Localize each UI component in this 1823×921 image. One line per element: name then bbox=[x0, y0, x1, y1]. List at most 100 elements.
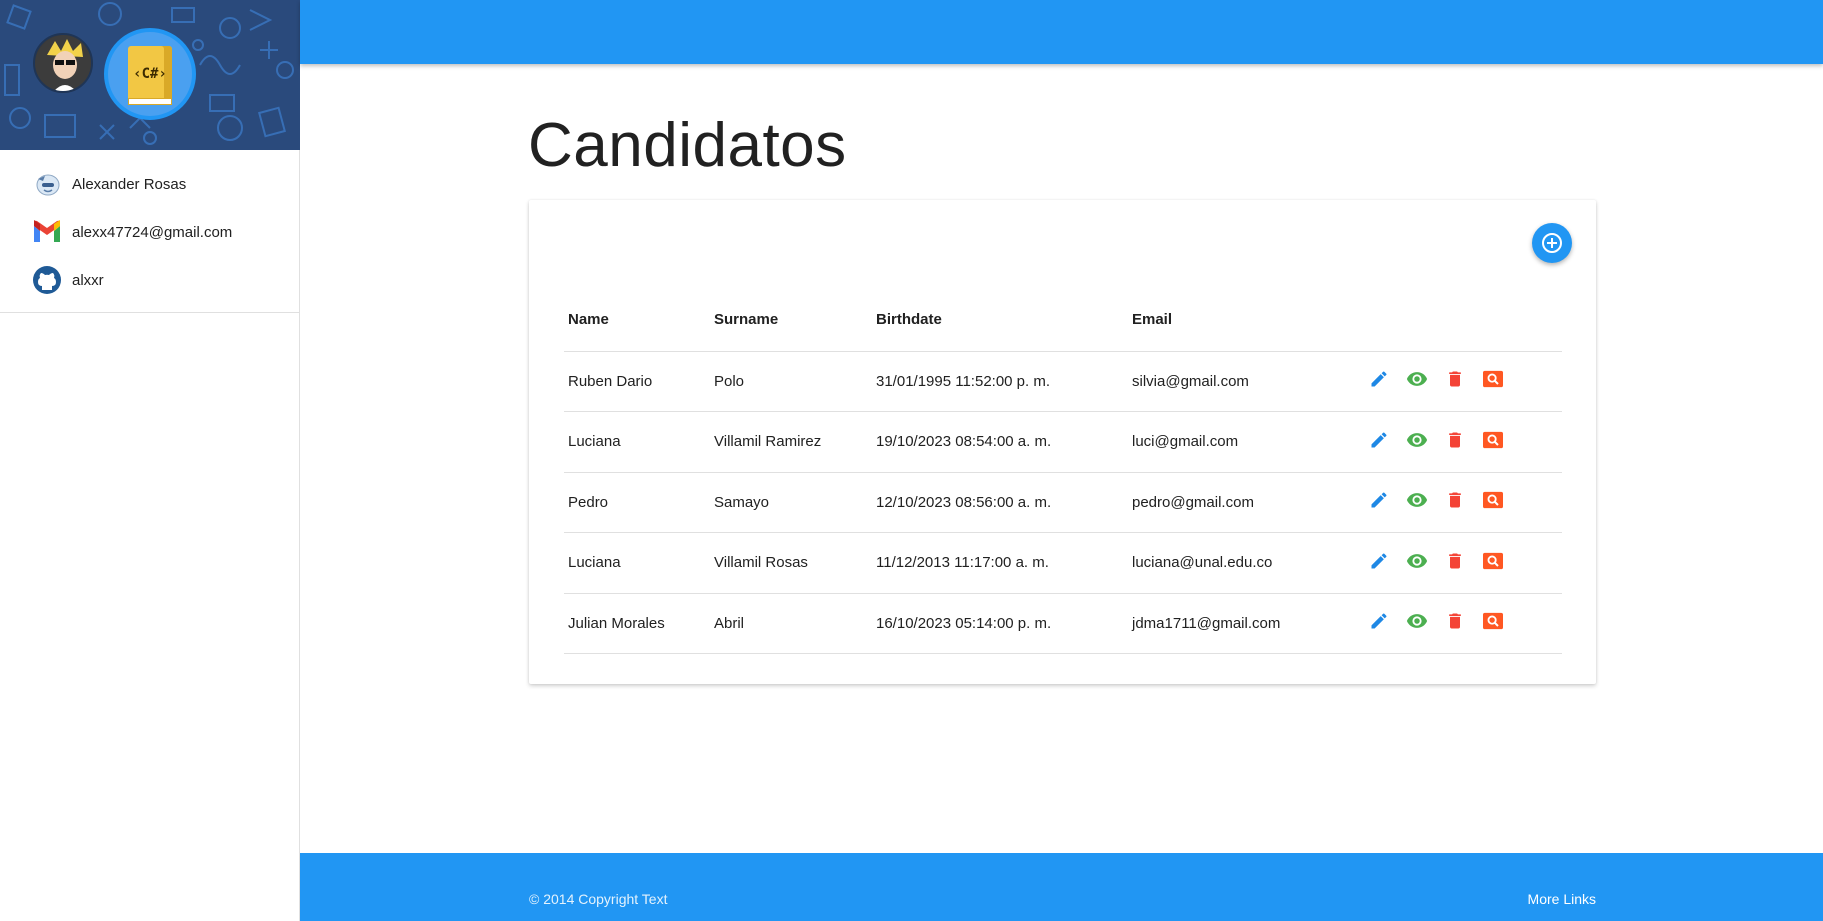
csharp-logo: ‹C#› bbox=[104, 28, 196, 120]
cell-name: Luciana bbox=[564, 411, 710, 473]
cell-email: luci@gmail.com bbox=[1128, 411, 1352, 473]
search-icon bbox=[1482, 430, 1504, 454]
sidebar-header: ‹C#› bbox=[0, 0, 300, 150]
table-row: Luciana Villamil Ramirez 19/10/2023 08:54:… bbox=[564, 411, 1562, 473]
sidebar-item-label: Alexander Rosas bbox=[72, 175, 187, 193]
details-button[interactable] bbox=[1482, 491, 1504, 513]
cell-actions bbox=[1352, 351, 1562, 412]
candidates-table: Name Surname Birthdate Email Ruben Dario… bbox=[564, 288, 1562, 654]
footer: © 2014 Copyright Text More Links bbox=[300, 853, 1823, 921]
view-button[interactable] bbox=[1406, 612, 1428, 634]
details-button[interactable] bbox=[1482, 431, 1504, 453]
cell-email: luciana@unal.edu.co bbox=[1128, 532, 1352, 594]
page-title: Candidatos bbox=[528, 111, 847, 180]
view-button[interactable] bbox=[1406, 431, 1428, 453]
row-actions bbox=[1356, 491, 1562, 513]
column-header-birthdate[interactable]: Birthdate bbox=[872, 288, 1128, 352]
cell-email: jdma1711@gmail.com bbox=[1128, 593, 1352, 654]
cell-actions bbox=[1352, 411, 1562, 473]
cell-name: Julian Morales bbox=[564, 593, 710, 654]
edit-button[interactable] bbox=[1368, 431, 1390, 453]
top-app-bar bbox=[300, 0, 1823, 64]
cell-actions bbox=[1352, 593, 1562, 654]
view-button[interactable] bbox=[1406, 491, 1428, 513]
cell-name: Ruben Dario bbox=[564, 351, 710, 412]
view-button[interactable] bbox=[1406, 552, 1428, 574]
cell-email: silvia@gmail.com bbox=[1128, 351, 1352, 412]
edit-button[interactable] bbox=[1368, 552, 1390, 574]
eye-icon bbox=[1406, 429, 1428, 455]
cell-birthdate: 16/10/2023 05:14:00 p. m. bbox=[872, 593, 1128, 654]
table-row: Ruben Dario Polo 31/01/1995 11:52:00 p. m.… bbox=[564, 351, 1562, 412]
add-circle-icon bbox=[1542, 233, 1562, 253]
cell-birthdate: 12/10/2023 08:56:00 a. m. bbox=[872, 472, 1128, 533]
pencil-icon bbox=[1369, 430, 1389, 454]
pencil-icon bbox=[1369, 611, 1389, 635]
sidebar-list: Alexander Rosas alexx47724@gmail.com alx… bbox=[0, 150, 299, 313]
cell-actions bbox=[1352, 472, 1562, 533]
search-icon bbox=[1482, 611, 1504, 635]
eye-icon bbox=[1406, 610, 1428, 636]
github-icon bbox=[31, 264, 63, 296]
pencil-icon bbox=[1369, 551, 1389, 575]
cell-surname: Samayo bbox=[710, 472, 872, 533]
details-button[interactable] bbox=[1482, 552, 1504, 574]
details-button[interactable] bbox=[1482, 612, 1504, 634]
copyright-text: © 2014 Copyright Text bbox=[529, 891, 668, 907]
cell-surname: Abril bbox=[710, 593, 872, 654]
more-links[interactable]: More Links bbox=[1528, 891, 1596, 907]
row-actions bbox=[1356, 612, 1562, 634]
row-actions bbox=[1356, 431, 1562, 453]
profile-avatar bbox=[33, 33, 93, 93]
eye-icon bbox=[1406, 368, 1428, 394]
delete-button[interactable] bbox=[1444, 552, 1466, 574]
add-candidate-button[interactable] bbox=[1532, 223, 1572, 263]
trash-icon bbox=[1445, 369, 1465, 393]
delete-button[interactable] bbox=[1444, 491, 1466, 513]
column-header-email[interactable]: Email bbox=[1128, 288, 1352, 352]
details-button[interactable] bbox=[1482, 370, 1504, 392]
pencil-icon bbox=[1369, 490, 1389, 514]
search-icon bbox=[1482, 490, 1504, 514]
view-button[interactable] bbox=[1406, 370, 1428, 392]
cell-actions bbox=[1352, 532, 1562, 594]
trash-icon bbox=[1445, 430, 1465, 454]
eye-icon bbox=[1406, 550, 1428, 576]
sidebar-item-label: alexx47724@gmail.com bbox=[72, 223, 233, 241]
delete-button[interactable] bbox=[1444, 612, 1466, 634]
table-row: Pedro Samayo 12/10/2023 08:56:00 a. m. pedr… bbox=[564, 472, 1562, 533]
sidebar-item-email[interactable]: alexx47724@gmail.com bbox=[0, 208, 299, 256]
sidebar-item-github[interactable]: alxxr bbox=[0, 256, 299, 304]
trash-icon bbox=[1445, 490, 1465, 514]
cell-surname: Villamil Ramirez bbox=[710, 411, 872, 473]
csharp-book-icon: ‹C#› bbox=[128, 46, 172, 105]
pencil-icon bbox=[1369, 369, 1389, 393]
gmail-icon bbox=[31, 216, 63, 248]
search-icon bbox=[1482, 369, 1504, 393]
cell-name: Luciana bbox=[564, 532, 710, 594]
edit-button[interactable] bbox=[1368, 370, 1390, 392]
table-row: Julian Morales Abril 16/10/2023 05:14:00 p… bbox=[564, 593, 1562, 654]
table-row: Luciana Villamil Rosas 11/12/2013 11:17:00… bbox=[564, 532, 1562, 594]
cell-birthdate: 31/01/1995 11:52:00 p. m. bbox=[872, 351, 1128, 412]
trash-icon bbox=[1445, 611, 1465, 635]
candidates-card: Name Surname Birthdate Email Ruben Dario… bbox=[529, 200, 1596, 684]
table-header-row: Name Surname Birthdate Email bbox=[564, 288, 1562, 352]
sidebar-item-user[interactable]: Alexander Rosas bbox=[0, 160, 299, 208]
edit-button[interactable] bbox=[1368, 491, 1390, 513]
eye-icon bbox=[1406, 489, 1428, 515]
cell-birthdate: 11/12/2013 11:17:00 a. m. bbox=[872, 532, 1128, 594]
row-actions bbox=[1356, 370, 1562, 392]
cell-email: pedro@gmail.com bbox=[1128, 472, 1352, 533]
cell-birthdate: 19/10/2023 08:54:00 a. m. bbox=[872, 411, 1128, 473]
column-header-surname[interactable]: Surname bbox=[710, 288, 872, 352]
delete-button[interactable] bbox=[1444, 370, 1466, 392]
edit-button[interactable] bbox=[1368, 612, 1390, 634]
column-header-actions bbox=[1352, 288, 1562, 352]
trash-icon bbox=[1445, 551, 1465, 575]
column-header-name[interactable]: Name bbox=[564, 288, 710, 352]
sidebar-item-label: alxxr bbox=[72, 271, 104, 289]
search-icon bbox=[1482, 551, 1504, 575]
cell-surname: Polo bbox=[710, 351, 872, 412]
delete-button[interactable] bbox=[1444, 431, 1466, 453]
